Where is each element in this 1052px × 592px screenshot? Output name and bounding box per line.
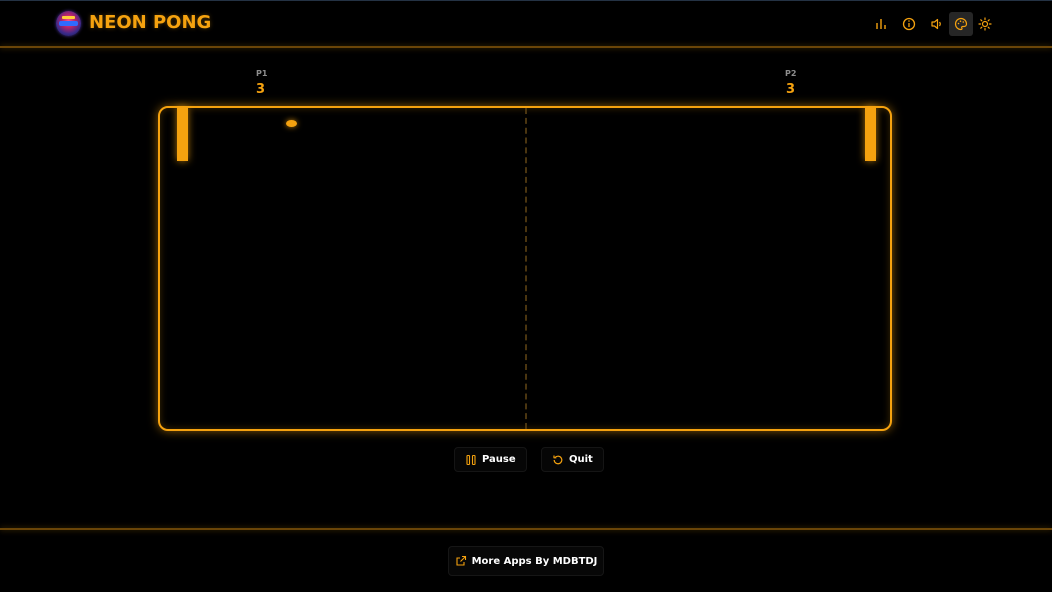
restart-icon [553, 455, 563, 464]
pause-button[interactable]: Pause [454, 447, 527, 472]
more-apps-button[interactable]: More Apps By MDBTDJ [448, 546, 604, 576]
footer-divider [0, 528, 1052, 530]
info-icon [902, 17, 916, 31]
logo-band [59, 21, 78, 26]
sun-icon [978, 17, 992, 31]
logo-highlight [62, 16, 75, 19]
more-apps-label: More Apps By MDBTDJ [471, 555, 598, 567]
stats-button[interactable] [869, 12, 893, 36]
palette-icon [954, 17, 968, 31]
stats-icon [876, 19, 886, 29]
right-paddle [865, 107, 876, 161]
volume-icon [931, 18, 941, 30]
pause-label: Pause [482, 454, 516, 465]
pause-icon [466, 454, 476, 465]
center-net [525, 108, 527, 429]
left-paddle [177, 107, 188, 161]
external-link-icon [456, 555, 466, 566]
theme-button[interactable] [973, 12, 997, 36]
game-page: NEON PONG P1 3 P2 3 Pause Quit More Apps… [0, 0, 1052, 592]
info-button[interactable] [897, 12, 921, 36]
ball [286, 120, 297, 127]
quit-label: Quit [569, 454, 593, 465]
p1-label: P1 [256, 69, 268, 78]
p2-label: P2 [785, 69, 797, 78]
header: NEON PONG [0, 1, 1052, 46]
palette-button[interactable] [949, 12, 973, 36]
app-title: NEON PONG [89, 12, 212, 33]
p2-score: 3 [786, 82, 796, 97]
p1-score: 3 [256, 82, 266, 97]
header-divider [0, 46, 1052, 48]
volume-button[interactable] [925, 12, 949, 36]
logo [56, 11, 81, 36]
quit-button[interactable]: Quit [541, 447, 604, 472]
